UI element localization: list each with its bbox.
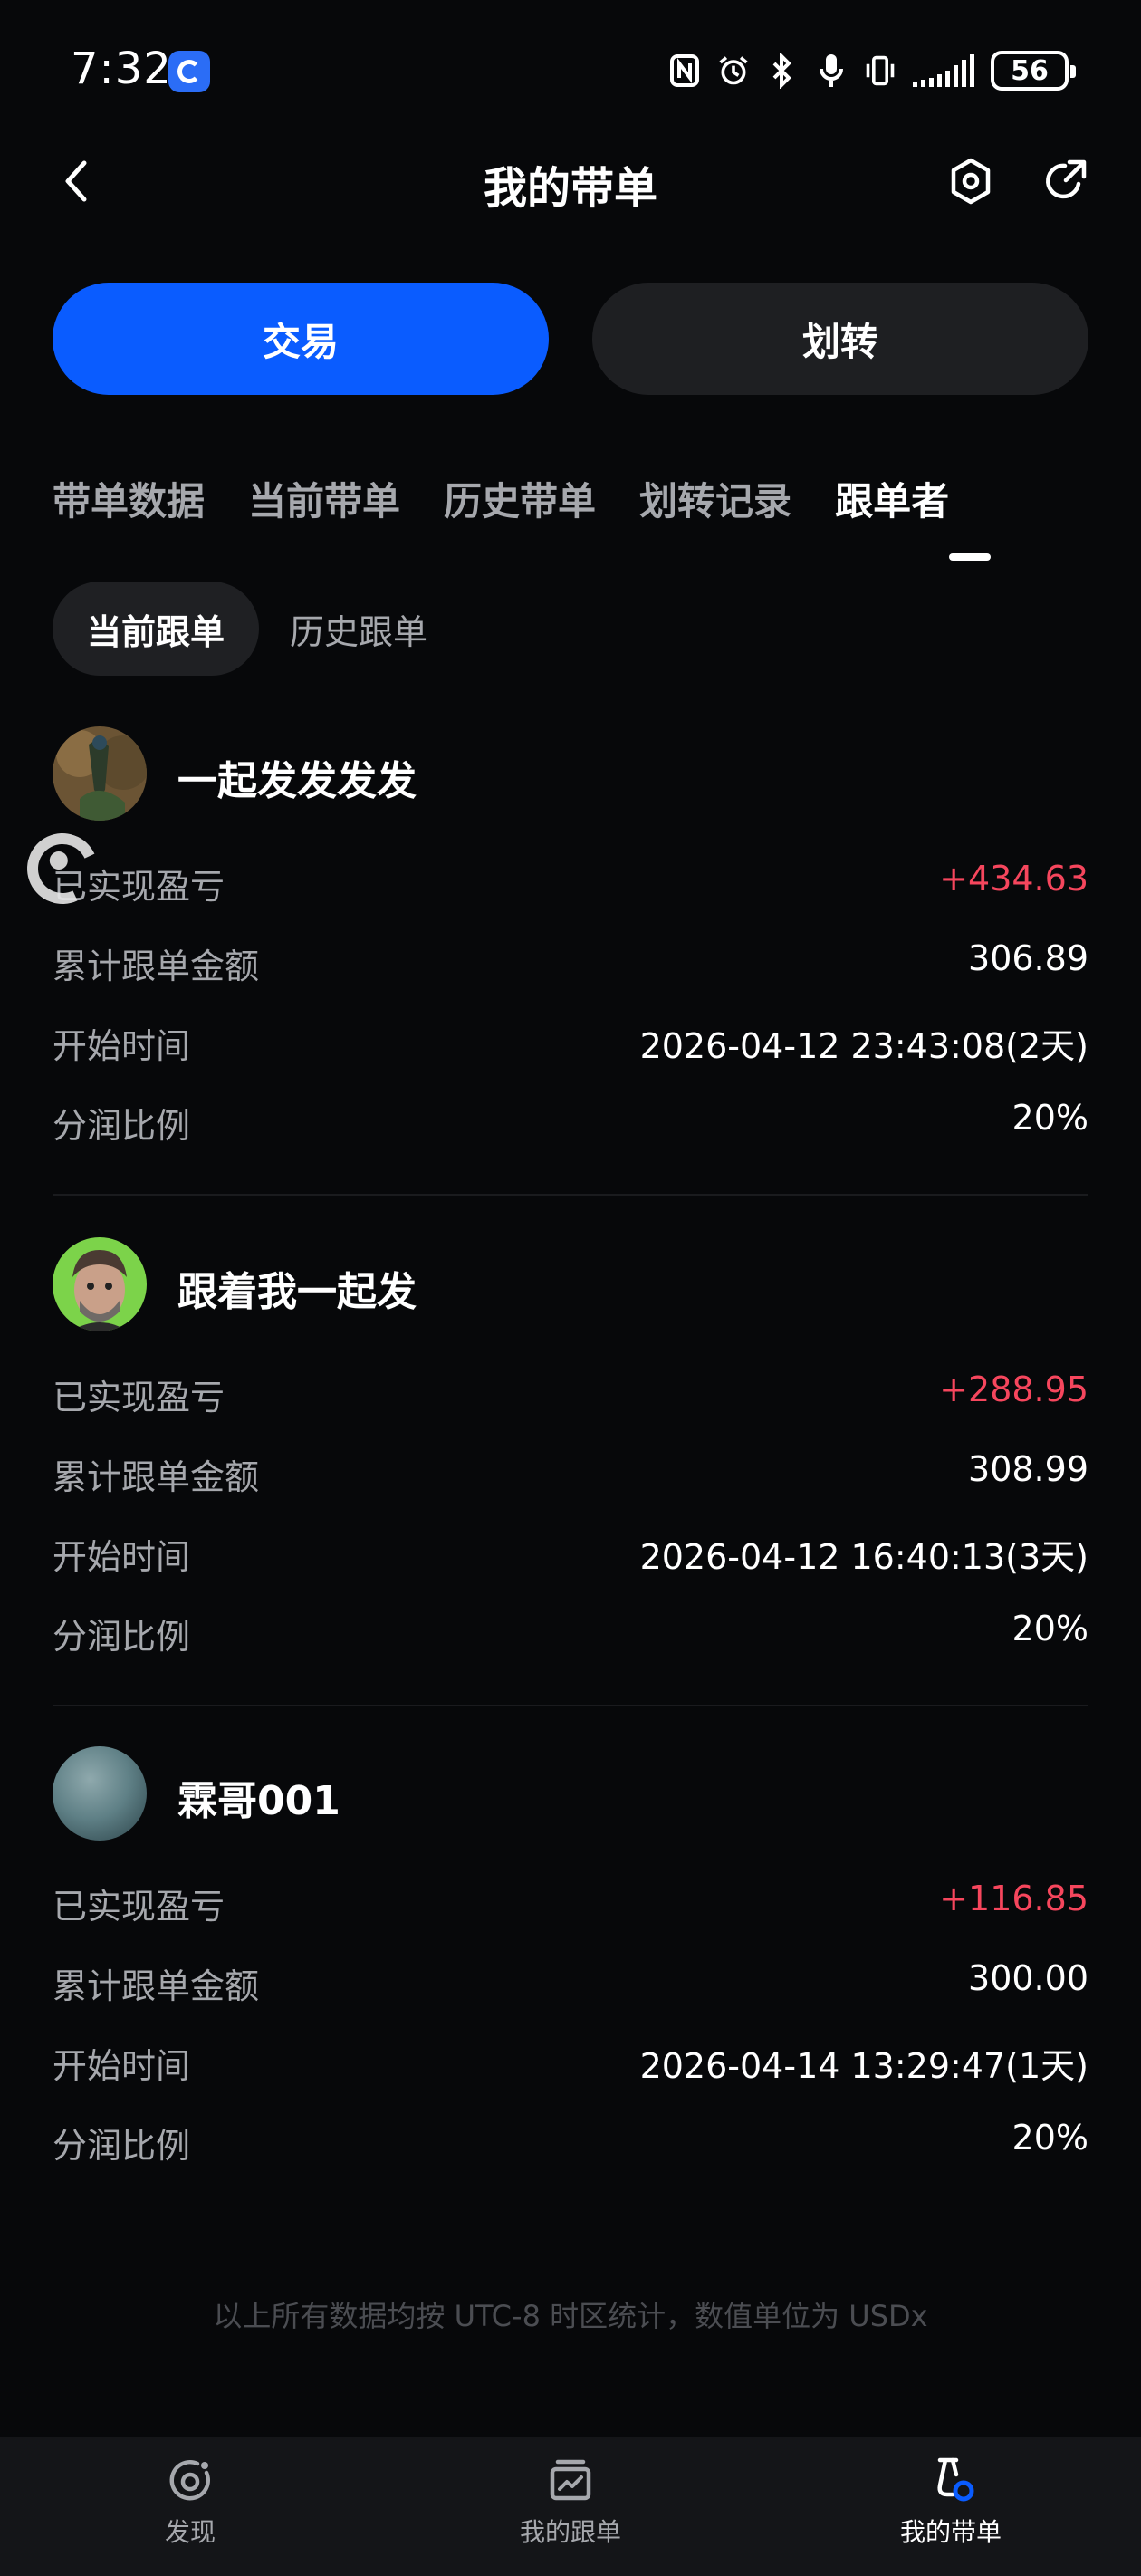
discover-icon <box>165 2455 216 2505</box>
start-time-value: 2026-04-12 23:43:08(2天) <box>639 1026 1088 1066</box>
divider <box>53 1705 1088 1706</box>
signal-icon <box>913 54 974 87</box>
copy-trade-icon <box>545 2455 596 2505</box>
avatar <box>53 726 147 821</box>
battery-icon: 56 <box>991 51 1076 91</box>
share-icon[interactable] <box>1038 154 1092 208</box>
start-time-value: 2026-04-12 16:40:13(3天) <box>639 1537 1088 1577</box>
avatar <box>53 1746 147 1841</box>
tab-bar: 带单数据 当前带单 历史带单 划转记录 跟单者 <box>53 471 949 543</box>
total-amount-row: 累计跟单金额 300.00 <box>53 1938 1088 2018</box>
avatar <box>53 1237 147 1331</box>
status-time: 7:32 <box>71 43 172 94</box>
realized-pnl-label: 已实现盈亏 <box>53 1378 225 1418</box>
tab-followers[interactable]: 跟单者 <box>835 471 949 543</box>
follower-card: 跟着我一起发 已实现盈亏 +288.95 累计跟单金额 308.99 开始时间 … <box>53 1237 1088 1668</box>
start-time-label: 开始时间 <box>53 2046 191 2086</box>
start-time-row: 开始时间 2026-04-12 23:43:08(2天) <box>53 998 1088 1078</box>
nav-my-lead-trades-label: 我的带单 <box>899 2517 1002 2547</box>
share-ratio-label: 分润比例 <box>53 1617 191 1657</box>
status-icons: 56 <box>668 47 1076 94</box>
tab-lead-data[interactable]: 带单数据 <box>53 471 205 543</box>
total-amount-row: 累计跟单金额 308.99 <box>53 1429 1088 1509</box>
realized-pnl-value: +434.63 <box>939 859 1088 899</box>
nav-my-lead-trades[interactable]: 我的带单 <box>815 2455 1087 2549</box>
start-time-label: 开始时间 <box>53 1026 191 1066</box>
start-time-row: 开始时间 2026-04-12 16:40:13(3天) <box>53 1509 1088 1589</box>
vibrate-icon <box>864 53 896 89</box>
share-ratio-row: 分润比例 20% <box>53 2098 1088 2177</box>
header: 我的带单 <box>0 136 1141 226</box>
start-time-row: 开始时间 2026-04-14 13:29:47(1天) <box>53 2018 1088 2098</box>
bottom-nav: 发现 我的跟单 我的带单 <box>0 2437 1141 2576</box>
realized-pnl-value: +116.85 <box>939 1879 1088 1918</box>
total-amount-value: 306.89 <box>968 938 1088 978</box>
total-amount-row: 累计跟单金额 306.89 <box>53 918 1088 998</box>
share-ratio-label: 分润比例 <box>53 2126 191 2166</box>
nav-discover[interactable]: 发现 <box>54 2455 326 2549</box>
nav-my-copy-trades[interactable]: 我的跟单 <box>435 2455 706 2549</box>
bluetooth-icon <box>766 53 799 89</box>
share-ratio-value: 20% <box>1012 1609 1088 1648</box>
settings-icon[interactable] <box>944 154 998 208</box>
nav-discover-label: 发现 <box>164 2517 216 2547</box>
active-tab-indicator <box>949 553 991 561</box>
tab-history-lead[interactable]: 历史带单 <box>444 471 596 543</box>
realized-pnl-row: 已实现盈亏 +434.63 <box>53 839 1088 918</box>
total-amount-value: 300.00 <box>968 1958 1088 1998</box>
realized-pnl-row: 已实现盈亏 +116.85 <box>53 1859 1088 1938</box>
follower-name: 跟着我一起发 <box>177 1269 417 1315</box>
footnote: 以上所有数据均按 UTC-8 时区统计，数值单位为 USDx <box>213 2299 928 2333</box>
start-time-label: 开始时间 <box>53 1537 191 1577</box>
lead-trade-icon <box>925 2455 976 2505</box>
app-notification-icon <box>168 51 210 92</box>
total-amount-label: 累计跟单金额 <box>53 1966 260 2006</box>
nav-my-copy-trades-label: 我的跟单 <box>519 2517 621 2547</box>
follower-card: 一起发发发发 已实现盈亏 +434.63 累计跟单金额 306.89 开始时间 … <box>53 726 1088 1158</box>
share-ratio-row: 分润比例 20% <box>53 1078 1088 1158</box>
trade-button[interactable]: 交易 <box>53 283 549 395</box>
tab-transfer-records[interactable]: 划转记录 <box>639 471 791 543</box>
total-amount-value: 308.99 <box>968 1449 1088 1489</box>
share-ratio-value: 20% <box>1012 2118 1088 2158</box>
follower-name: 一起发发发发 <box>177 758 417 804</box>
start-time-value: 2026-04-14 13:29:47(1天) <box>639 2046 1088 2086</box>
microphone-icon <box>815 53 848 89</box>
transfer-button[interactable]: 划转 <box>592 283 1088 395</box>
subtab-current-follow[interactable]: 当前跟单 <box>53 582 259 676</box>
share-ratio-row: 分润比例 20% <box>53 1589 1088 1668</box>
tab-current-lead[interactable]: 当前带单 <box>248 471 400 543</box>
realized-pnl-row: 已实现盈亏 +288.95 <box>53 1350 1088 1429</box>
share-ratio-label: 分润比例 <box>53 1106 191 1146</box>
realized-pnl-value: +288.95 <box>939 1370 1088 1409</box>
follower-card: 霖哥001 已实现盈亏 +116.85 累计跟单金额 300.00 开始时间 2… <box>53 1746 1088 2177</box>
total-amount-label: 累计跟单金额 <box>53 947 260 986</box>
realized-pnl-label: 已实现盈亏 <box>53 1887 225 1927</box>
subtab-history-follow[interactable]: 历史跟单 <box>290 582 427 676</box>
nfc-icon <box>668 53 701 89</box>
follower-name: 霖哥001 <box>177 1778 340 1824</box>
divider <box>53 1194 1088 1196</box>
total-amount-label: 累计跟单金额 <box>53 1457 260 1497</box>
alarm-icon <box>717 53 750 89</box>
share-ratio-value: 20% <box>1012 1098 1088 1138</box>
status-bar: 7:32 56 <box>0 0 1141 136</box>
